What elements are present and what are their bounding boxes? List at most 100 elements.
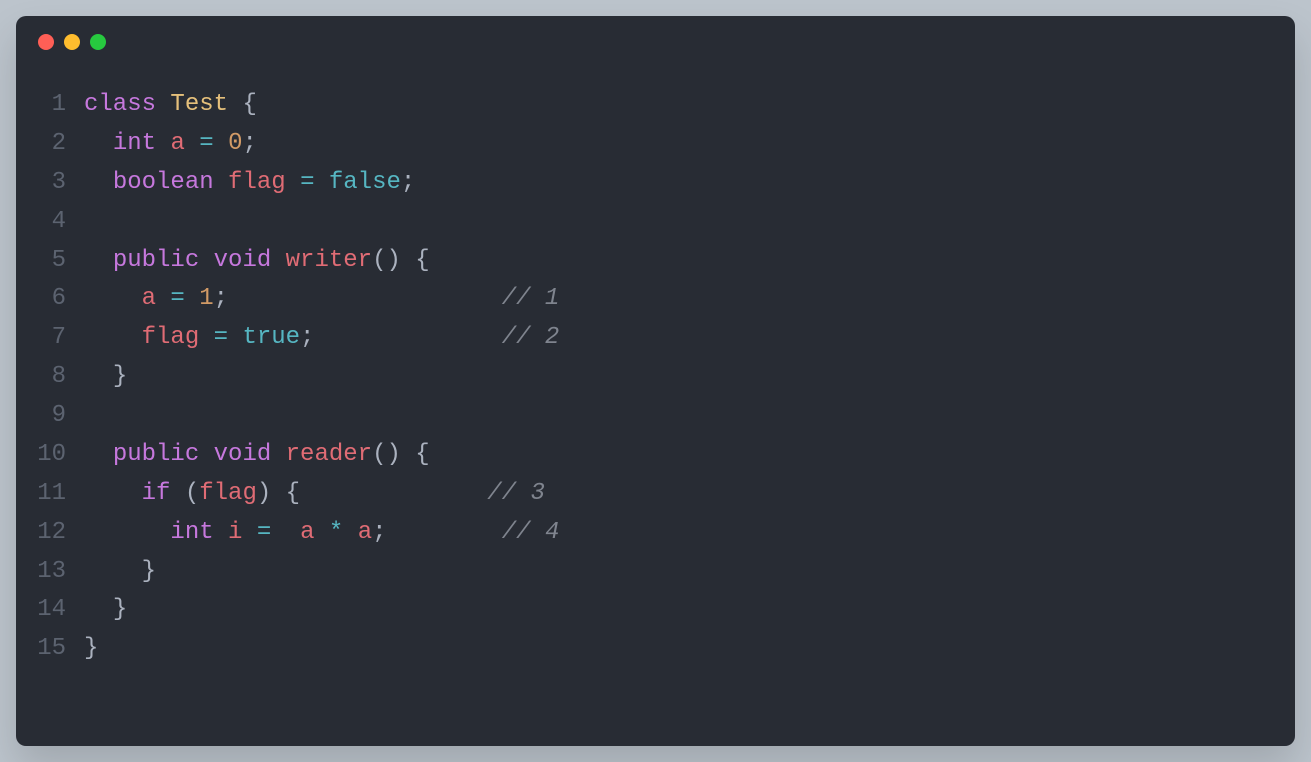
line-content[interactable]: int i = a * a; // 4 [84,514,1275,553]
code-window: 1class Test {2 int a = 0;3 boolean flag … [16,16,1295,746]
line-number: 8 [36,358,84,397]
code-token [387,519,502,546]
code-line[interactable]: 15} [36,630,1275,669]
line-content[interactable]: } [84,630,1275,669]
line-number: 5 [36,242,84,281]
code-token: public [113,247,199,274]
code-line[interactable]: 8 } [36,358,1275,397]
code-line[interactable]: 14 } [36,591,1275,630]
code-editor[interactable]: 1class Test {2 int a = 0;3 boolean flag … [16,58,1295,689]
code-token [84,558,142,585]
code-token: class [84,91,156,118]
line-content[interactable]: } [84,358,1275,397]
code-token: { [242,91,256,118]
line-content[interactable]: public void writer() { [84,242,1275,281]
code-token: Test [170,91,228,118]
line-content[interactable] [84,397,1275,436]
line-number: 4 [36,203,84,242]
line-content[interactable]: } [84,591,1275,630]
code-token: ( [185,480,199,507]
code-token: void [214,441,272,468]
code-token: = [199,130,213,157]
line-content[interactable]: int a = 0; [84,125,1275,164]
code-token [170,480,184,507]
code-token [228,91,242,118]
code-token [271,441,285,468]
code-token [314,169,328,196]
code-line[interactable]: 11 if (flag) { // 3 [36,475,1275,514]
code-token: () [372,441,401,468]
code-token: = [257,519,271,546]
code-token [271,247,285,274]
code-token: flag [199,480,257,507]
code-token [185,130,199,157]
code-token [214,169,228,196]
line-content[interactable]: if (flag) { // 3 [84,475,1275,514]
code-token: void [214,247,272,274]
code-token: } [113,596,127,623]
code-line[interactable]: 4 [36,203,1275,242]
code-token [314,519,328,546]
code-token [214,519,228,546]
minimize-icon[interactable] [64,34,80,50]
code-line[interactable]: 12 int i = a * a; // 4 [36,514,1275,553]
line-number: 11 [36,475,84,514]
line-content[interactable]: public void reader() { [84,436,1275,475]
code-line[interactable]: 5 public void writer() { [36,242,1275,281]
code-line[interactable]: 10 public void reader() { [36,436,1275,475]
code-token: { [415,441,429,468]
code-token: ; [214,285,228,312]
code-token [242,519,256,546]
code-token [286,169,300,196]
code-token: * [329,519,343,546]
line-number: 15 [36,630,84,669]
line-content[interactable] [84,203,1275,242]
code-token: // 3 [487,480,545,507]
code-token: a [358,519,372,546]
code-line[interactable]: 3 boolean flag = false; [36,164,1275,203]
code-token: } [113,363,127,390]
code-token: // 4 [502,519,560,546]
maximize-icon[interactable] [90,34,106,50]
code-line[interactable]: 9 [36,397,1275,436]
code-token [271,519,300,546]
code-token: a [142,285,156,312]
line-number: 10 [36,436,84,475]
line-content[interactable]: boolean flag = false; [84,164,1275,203]
line-content[interactable]: flag = true; // 2 [84,319,1275,358]
line-content[interactable]: class Test { [84,86,1275,125]
code-token [84,480,142,507]
code-token [228,285,502,312]
code-token: ) [257,480,271,507]
code-token: ; [372,519,386,546]
code-token [84,519,170,546]
code-token: flag [142,324,200,351]
line-content[interactable]: } [84,553,1275,592]
line-content[interactable]: a = 1; // 1 [84,280,1275,319]
code-line[interactable]: 6 a = 1; // 1 [36,280,1275,319]
code-token [199,441,213,468]
code-token [199,247,213,274]
code-token: { [286,480,300,507]
code-token [84,169,113,196]
close-icon[interactable] [38,34,54,50]
code-token: public [113,441,199,468]
code-token [314,324,501,351]
code-line[interactable]: 7 flag = true; // 2 [36,319,1275,358]
code-token [84,247,113,274]
code-token [84,285,142,312]
code-token: boolean [113,169,214,196]
code-token: int [170,519,213,546]
code-line[interactable]: 2 int a = 0; [36,125,1275,164]
code-token [156,91,170,118]
code-line[interactable]: 1class Test { [36,86,1275,125]
code-token [84,130,113,157]
window-titlebar [16,16,1295,58]
code-token [300,480,487,507]
code-token: ; [300,324,314,351]
code-token [214,130,228,157]
code-token: () [372,247,401,274]
code-line[interactable]: 13 } [36,553,1275,592]
code-token: ; [242,130,256,157]
code-token: // 1 [502,285,560,312]
